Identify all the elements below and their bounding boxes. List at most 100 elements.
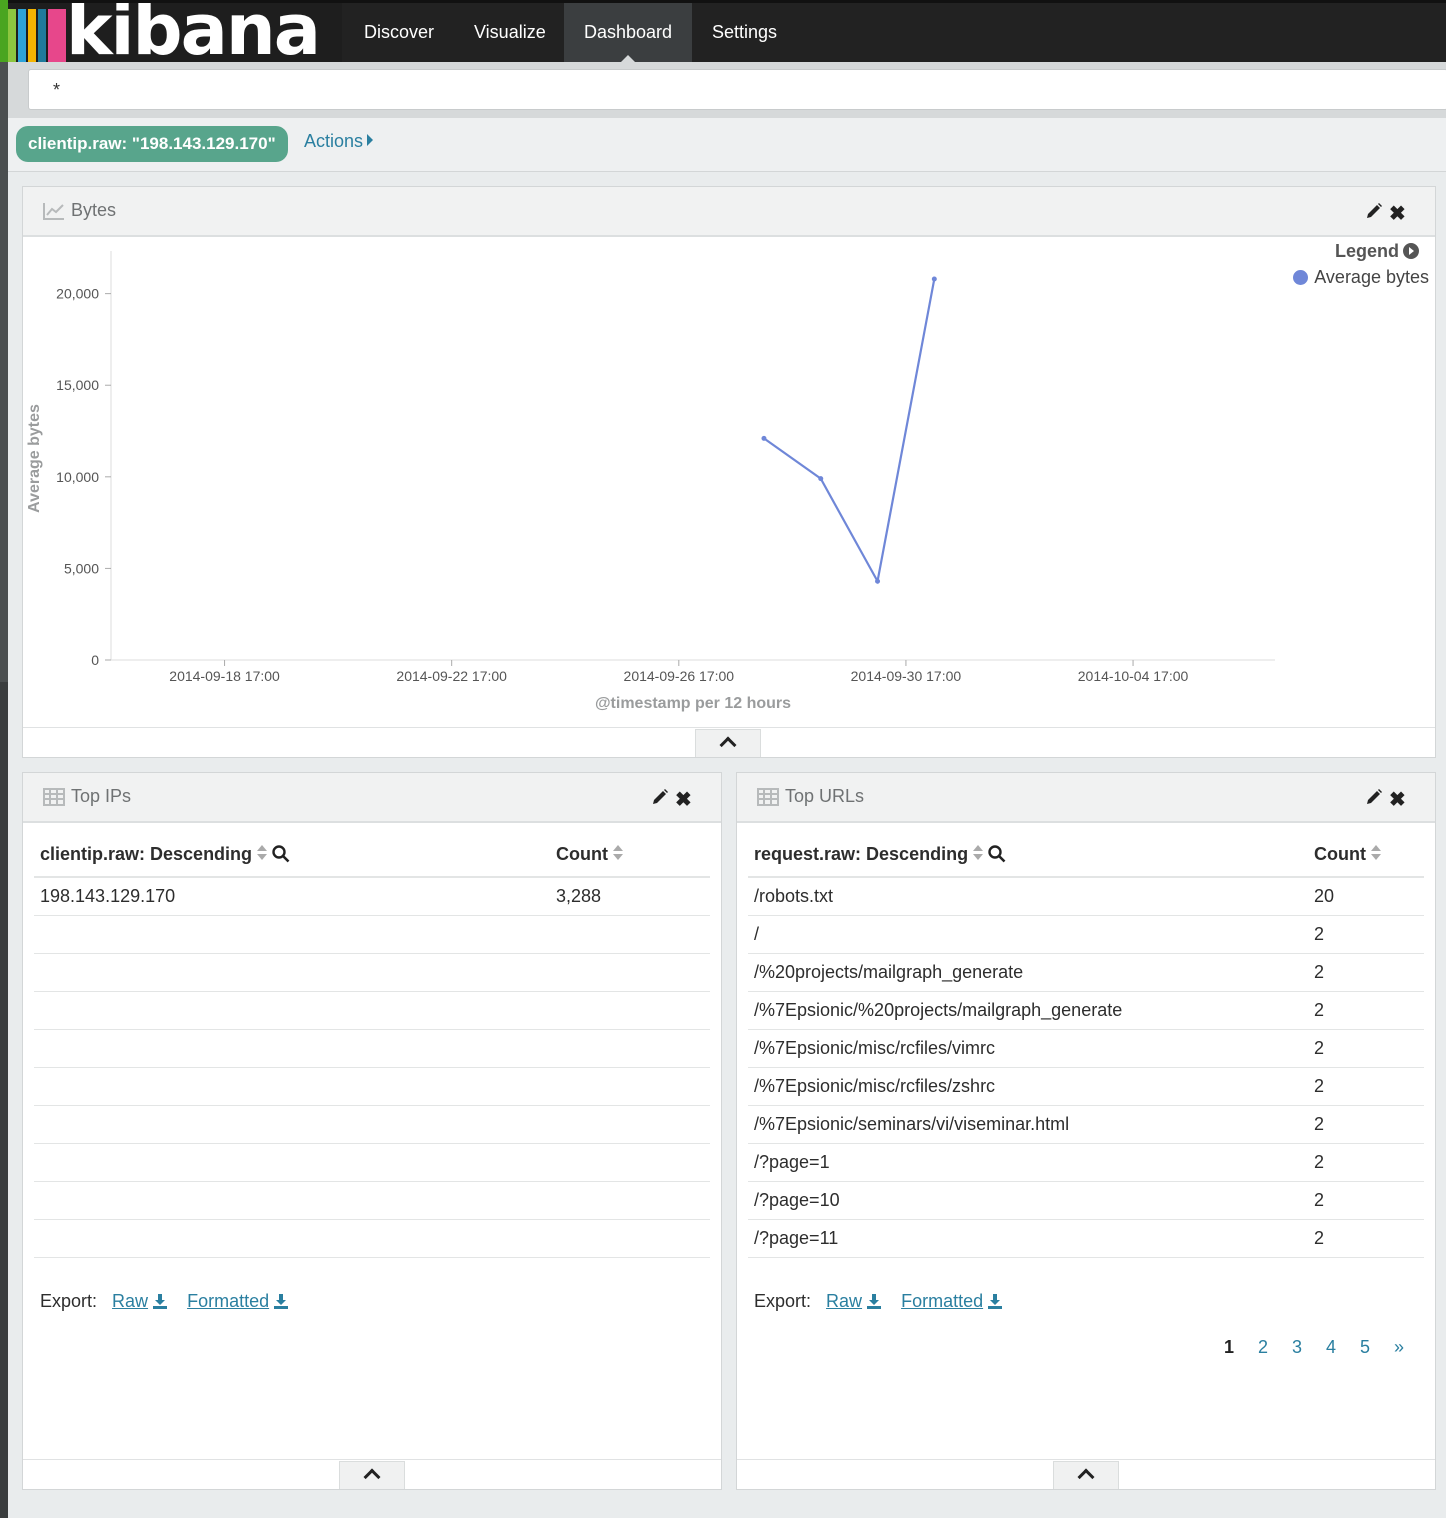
pager-page[interactable]: 5	[1348, 1337, 1382, 1358]
cell-count: 2	[1308, 953, 1424, 992]
panel-footer	[23, 727, 1435, 757]
table-row: /?page=11 2	[748, 1219, 1424, 1258]
legend-item[interactable]: Average bytes	[1293, 267, 1429, 288]
cell-key: /%7Epsionic/seminars/vi/viseminar.html	[748, 1105, 1308, 1144]
sort-icon[interactable]	[256, 844, 268, 862]
legend-toggle[interactable]: Legend	[1335, 241, 1419, 262]
cell-count: 2	[1308, 1181, 1424, 1220]
table-row: /%20projects/mailgraph_generate 2	[748, 953, 1424, 992]
cell-count: 3,288	[550, 877, 710, 916]
export-raw-link[interactable]: Raw	[112, 1291, 168, 1311]
pagination: 1 2 3 4 5»	[1212, 1337, 1416, 1358]
download-icon	[988, 1294, 1003, 1309]
filter-pill[interactable]: clientip.raw: "198.143.129.170"	[16, 126, 288, 162]
cell-key: 198.143.129.170	[34, 877, 550, 916]
close-icon[interactable]: ✖	[1389, 201, 1406, 226]
sort-icon[interactable]	[612, 844, 624, 862]
empty-table-row	[34, 915, 710, 954]
filter-bar: clientip.raw: "198.143.129.170" Actions	[8, 118, 1446, 172]
sort-icon[interactable]	[972, 844, 984, 862]
column-header-clientip[interactable]: clientip.raw: Descending	[34, 833, 550, 878]
panel-header: Top URLs ✖	[737, 773, 1435, 823]
cell-count	[550, 991, 710, 1030]
export-raw-link[interactable]: Raw	[826, 1291, 882, 1311]
column-label: clientip.raw: Descending	[40, 844, 253, 864]
cell-key	[34, 1181, 550, 1220]
table-row: /2	[748, 915, 1424, 954]
column-label: Count	[1314, 844, 1366, 864]
circle-arrow-right-icon	[1403, 243, 1419, 259]
actions-toggle[interactable]: Actions	[304, 131, 374, 152]
export-label: Export:	[754, 1291, 812, 1311]
cell-key: /%7Epsionic/misc/rcfiles/zshrc	[748, 1067, 1308, 1106]
edit-pencil-icon[interactable]	[651, 788, 669, 806]
close-icon[interactable]: ✖	[675, 787, 692, 812]
series-line	[763, 278, 936, 585]
logo-text: kibana	[66, 3, 321, 62]
cell-key	[34, 1219, 550, 1258]
column-header-request[interactable]: request.raw: Descending	[748, 833, 1308, 878]
export-links: Export: Raw Formatted	[40, 1291, 289, 1312]
cell-count: 2	[1308, 1029, 1424, 1068]
empty-table-row	[34, 953, 710, 992]
sort-icon[interactable]	[1370, 844, 1382, 862]
nav-dashboard[interactable]: Dashboard	[564, 3, 693, 62]
pager-page[interactable]: 1	[1212, 1337, 1246, 1358]
cell-key: /%20projects/mailgraph_generate	[748, 953, 1308, 992]
cell-count: 2	[1308, 1143, 1424, 1182]
export-links: Export: Raw Formatted	[754, 1291, 1003, 1312]
x-tick-label: 2014-10-04 17:00	[1078, 668, 1189, 684]
export-formatted-link[interactable]: Formatted	[187, 1291, 289, 1311]
export-formatted-label: Formatted	[187, 1291, 270, 1311]
nav-visualize[interactable]: Visualize	[454, 3, 566, 62]
collapse-button[interactable]	[1053, 1461, 1119, 1489]
nav-discover[interactable]: Discover	[344, 3, 454, 62]
pager-next[interactable]: »	[1382, 1337, 1416, 1358]
export-formatted-label: Formatted	[901, 1291, 984, 1311]
edit-pencil-icon[interactable]	[1365, 788, 1383, 806]
panel-header: Bytes ✖	[23, 187, 1435, 237]
search-input[interactable]: *	[28, 69, 1446, 110]
cell-count	[550, 1029, 710, 1068]
chart-area: 0 5,000 10,000 15,000 20,000 2014-09-18 17:00…	[23, 239, 1435, 727]
collapse-button[interactable]	[695, 729, 761, 757]
close-icon[interactable]: ✖	[1389, 787, 1406, 812]
cell-count	[550, 1067, 710, 1106]
cell-key: /%7Epsionic/%20projects/mailgraph_genera…	[748, 991, 1308, 1030]
pager-page[interactable]: 2	[1246, 1337, 1280, 1358]
cell-key	[34, 991, 550, 1030]
bytes-line-chart: 0 5,000 10,000 15,000 20,000 2014-09-18 17:00…	[26, 251, 1275, 712]
bytes-panel: Bytes ✖ 0 5,000 10,000 15,000 20,000 2014-09-…	[22, 186, 1436, 758]
data-point	[818, 476, 824, 482]
kibana-logo[interactable]: kibana	[8, 3, 342, 62]
cell-key: /robots.txt	[748, 877, 1308, 916]
table-row: /?page=10 2	[748, 1181, 1424, 1220]
pager-page[interactable]: 4	[1314, 1337, 1348, 1358]
cell-count: 2	[1308, 991, 1424, 1030]
empty-table-row	[34, 1029, 710, 1068]
chevron-up-icon	[719, 736, 737, 754]
search-icon[interactable]	[272, 845, 290, 863]
cell-count	[550, 953, 710, 992]
search-icon[interactable]	[988, 845, 1006, 863]
empty-table-row	[34, 1219, 710, 1258]
panel-title: Top URLs	[785, 786, 865, 806]
pager-page[interactable]: 3	[1280, 1337, 1314, 1358]
table-row: /%7Epsionic/%20projects/mailgraph_genera…	[748, 991, 1424, 1030]
cell-key	[34, 1029, 550, 1068]
y-tick-label: 0	[91, 652, 99, 668]
table-row: /%7Epsionic/misc/rcfiles/zshrc 2	[748, 1067, 1424, 1106]
chevron-up-icon	[1077, 1468, 1095, 1486]
window-left-edge	[0, 0, 8, 1518]
edit-pencil-icon[interactable]	[1365, 202, 1383, 220]
column-header-count[interactable]: Count	[550, 833, 710, 878]
collapse-button[interactable]	[339, 1461, 405, 1489]
nav-settings[interactable]: Settings	[692, 3, 797, 62]
column-header-count[interactable]: Count	[1308, 833, 1424, 878]
table-row: /robots.txt 20	[748, 877, 1424, 916]
export-formatted-link[interactable]: Formatted	[901, 1291, 1003, 1311]
top-ips-table: clientip.raw: Descending Count 198.143.1…	[34, 833, 710, 1258]
download-icon	[274, 1294, 289, 1309]
download-icon	[153, 1294, 168, 1309]
cell-count: 2	[1308, 1067, 1424, 1106]
